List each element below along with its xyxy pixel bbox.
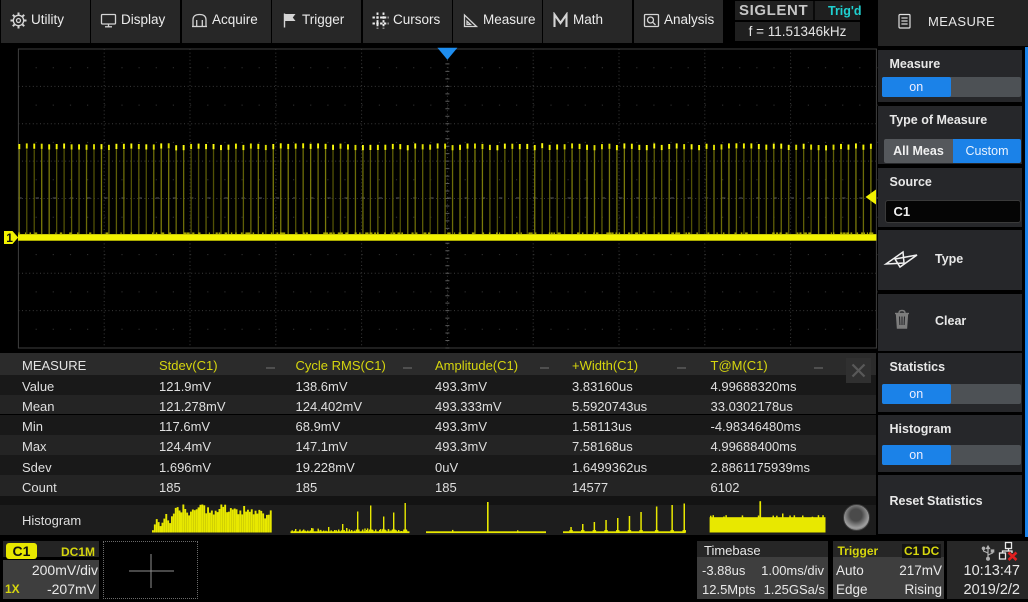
svg-text:1: 1	[6, 231, 13, 245]
